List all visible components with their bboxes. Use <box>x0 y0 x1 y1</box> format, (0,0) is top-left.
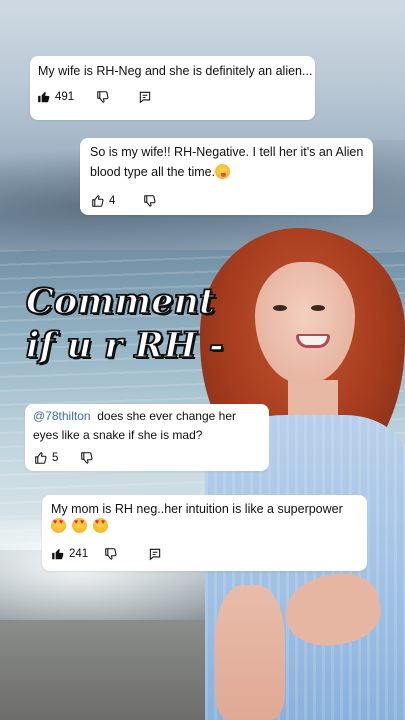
comment-emoji-row <box>51 518 114 533</box>
comment-card-2: So is my wife!! RH-Negative. I tell her … <box>80 138 373 215</box>
thumbs-down-icon <box>104 547 118 561</box>
thumbs-down-icon <box>143 194 157 208</box>
reply-comment-icon <box>138 90 152 104</box>
like-count: 241 <box>69 548 89 560</box>
tiktok-icon <box>258 543 267 555</box>
comment-actions: 5 <box>34 451 94 465</box>
comment-actions: 491 <box>37 90 152 104</box>
comment-card-4: My mom is RH neg..her intuition is like … <box>42 495 367 571</box>
comment-actions: 4 <box>91 194 157 208</box>
reply-button[interactable] <box>148 547 162 561</box>
reply-button[interactable] <box>138 90 152 104</box>
thumbs-up-filled-icon <box>37 90 51 104</box>
heart-eyes-emoji-icon <box>93 518 108 533</box>
comment-text: My wife is RH-Neg and she is definitely … <box>38 64 313 78</box>
thumbs-up-filled-icon <box>51 547 65 561</box>
woman-arm <box>215 585 285 720</box>
comment-text: My mom is RH neg..her intuition is like … <box>51 502 343 516</box>
dislike-button[interactable] <box>96 90 110 104</box>
heart-eyes-emoji-icon <box>72 518 87 533</box>
heart-eyes-emoji-icon <box>51 518 66 533</box>
thumbs-up-icon <box>91 194 105 208</box>
like-button[interactable]: 5 <box>34 451 58 465</box>
woman-smile <box>296 334 330 348</box>
comment-card-1: My wife is RH-Neg and she is definitely … <box>30 56 315 120</box>
woman-eye-right <box>311 305 325 311</box>
like-count: 5 <box>52 452 59 464</box>
comment-card-3: @78thilton does she ever change her eyes… <box>25 404 269 471</box>
comment-mention-link[interactable]: @78thilton <box>33 409 91 423</box>
dislike-button[interactable] <box>143 194 157 208</box>
thumbs-down-icon <box>96 90 110 104</box>
comment-text: So is my wife!! RH-Negative. I tell her … <box>90 142 366 182</box>
video-caption-overlay: Comment if u r RH - <box>25 280 224 368</box>
like-count: 491 <box>55 91 75 103</box>
comment-actions: 241 <box>51 547 162 561</box>
like-button[interactable]: 491 <box>37 90 74 104</box>
dislike-button[interactable] <box>104 547 118 561</box>
caption-line-2: if u r RH - <box>25 324 224 367</box>
dislike-button[interactable] <box>80 451 94 465</box>
thumbs-down-icon <box>80 451 94 465</box>
tiktok-watermark: @ange_farouche <box>258 542 363 556</box>
thumbs-up-icon <box>34 451 48 465</box>
like-count: 4 <box>109 195 116 207</box>
watermark-handle: @ange_farouche <box>271 542 364 556</box>
winking-tongue-emoji-icon <box>215 164 231 179</box>
like-button[interactable]: 4 <box>91 194 115 208</box>
reply-comment-icon <box>148 547 162 561</box>
like-button[interactable]: 241 <box>51 547 88 561</box>
woman-eye-left <box>273 305 287 311</box>
comment-text: @78thilton does she ever change her eyes… <box>33 407 263 444</box>
caption-line-1: Comment <box>25 280 216 323</box>
